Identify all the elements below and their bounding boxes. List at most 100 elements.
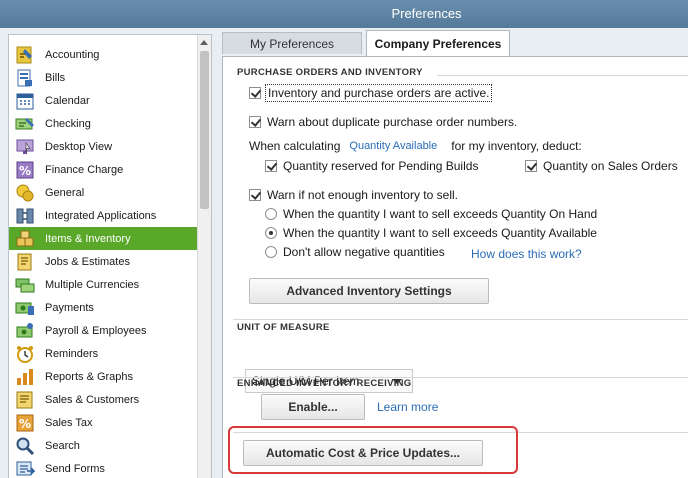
payments-icon	[15, 302, 34, 315]
sidebar-item-label: Reminders	[45, 347, 99, 360]
items-inventory-icon	[16, 230, 34, 246]
sidebar-item-reminders[interactable]: Reminders	[9, 342, 197, 365]
sidebar-item-label: Finance Charge	[45, 163, 124, 176]
svg-text:%: %	[19, 417, 31, 431]
sidebar-item-label: Payroll & Employees	[45, 324, 147, 337]
sidebar-item-label: Payments	[45, 301, 94, 314]
sidebar-scrollbar[interactable]	[197, 35, 211, 478]
section-title-enhanced-receiving: ENHANCED INVENTORY RECEIVING	[237, 378, 412, 389]
calc-suffix-text: for my inventory, deduct:	[451, 139, 582, 153]
radio-available-label: When the quantity I want to sell exceeds…	[283, 226, 597, 240]
sidebar-item-finance-charge[interactable]: % Finance Charge	[9, 158, 197, 181]
sidebar-item-label: Integrated Applications	[45, 209, 157, 222]
checking-icon	[15, 117, 34, 129]
calc-prefix-text: When calculating	[249, 139, 341, 153]
warn-not-enough-checkbox[interactable]	[249, 189, 261, 201]
radio-available[interactable]	[265, 227, 277, 239]
sidebar-item-desktop-view[interactable]: Desktop View	[9, 135, 197, 158]
sidebar-item-label: Multiple Currencies	[45, 278, 140, 291]
multiple-currencies-icon	[15, 278, 35, 292]
section-divider	[233, 319, 688, 320]
warn-duplicate-label: Warn about duplicate purchase order numb…	[267, 115, 518, 129]
sidebar-item-search[interactable]: Search	[9, 434, 197, 457]
finance-charge-icon: %	[16, 161, 34, 178]
left-panel: Accounting Bills Calendar Checking Deskt…	[0, 28, 220, 478]
warn-not-enough-row[interactable]: Warn if not enough inventory to sell.	[249, 188, 458, 202]
warn-duplicate-row[interactable]: Warn about duplicate purchase order numb…	[249, 115, 517, 129]
qty-sales-orders-checkbox[interactable]	[525, 160, 537, 172]
payroll-employees-icon	[16, 322, 33, 337]
sidebar-item-payroll-employees[interactable]: Payroll & Employees	[9, 319, 197, 342]
sidebar-item-sales-tax[interactable]: % Sales Tax	[9, 411, 197, 434]
qty-pending-builds-label: Quantity reserved for Pending Builds	[283, 159, 479, 173]
sidebar-item-label: Sales & Customers	[45, 393, 140, 406]
reports-graphs-icon	[17, 368, 33, 385]
sidebar-item-label: Send Forms	[45, 462, 105, 475]
jobs-estimates-icon	[17, 253, 32, 270]
tab-company-preferences[interactable]: Company Preferences	[366, 30, 510, 56]
calc-mode-link[interactable]: Quantity Available	[349, 140, 437, 152]
learn-more-link[interactable]: Learn more	[377, 400, 438, 414]
general-icon	[16, 184, 34, 201]
section-divider	[437, 75, 688, 76]
tab-my-preferences[interactable]: My Preferences	[222, 32, 362, 54]
sales-customers-icon	[16, 391, 33, 408]
desktop-view-icon	[16, 139, 34, 154]
qty-sales-orders-label: Quantity on Sales Orders	[543, 159, 678, 173]
inventory-active-checkbox[interactable]	[249, 87, 261, 99]
sidebar-item-sales-customers[interactable]: Sales & Customers	[9, 388, 197, 411]
sidebar-item-label: Calendar	[45, 94, 90, 107]
window-title: Preferences	[391, 6, 462, 21]
radio-no-negative-row[interactable]: Don't allow negative quantities	[265, 245, 445, 259]
how-does-this-work-link[interactable]: How does this work?	[471, 247, 582, 261]
sidebar-item-label: Reports & Graphs	[45, 370, 134, 383]
sidebar-item-label: Accounting	[45, 48, 100, 61]
radio-available-row[interactable]: When the quantity I want to sell exceeds…	[265, 226, 597, 240]
sidebar-item-label: Sales Tax	[45, 416, 93, 429]
radio-no-negative[interactable]	[265, 246, 277, 258]
sidebar-item-multiple-currencies[interactable]: Multiple Currencies	[9, 273, 197, 296]
inventory-active-label: Inventory and purchase orders are active…	[264, 84, 493, 102]
send-forms-icon	[16, 461, 35, 475]
scroll-up-arrow-icon[interactable]	[200, 40, 208, 45]
sidebar-item-reports-graphs[interactable]: Reports & Graphs	[9, 365, 197, 388]
qty-pending-builds-checkbox[interactable]	[265, 160, 277, 172]
svg-text:%: %	[19, 164, 31, 178]
integrated-applications-icon	[16, 208, 34, 223]
sidebar-item-calendar[interactable]: Calendar	[9, 89, 197, 112]
highlight-annotation-box	[228, 426, 518, 474]
sidebar-item-integrated-applications[interactable]: Integrated Applications	[9, 204, 197, 227]
calendar-icon	[16, 93, 34, 109]
qty-sales-orders-row[interactable]: Quantity on Sales Orders	[525, 159, 678, 173]
sidebar-item-accounting[interactable]: Accounting	[9, 43, 197, 66]
inventory-active-row[interactable]: Inventory and purchase orders are active…	[249, 84, 493, 102]
sidebar-item-label: Bills	[45, 71, 66, 84]
radio-on-hand-row[interactable]: When the quantity I want to sell exceeds…	[265, 207, 597, 221]
sidebar-item-label: Desktop View	[45, 140, 113, 153]
sidebar-item-jobs-estimates[interactable]: Jobs & Estimates	[9, 250, 197, 273]
warn-duplicate-checkbox[interactable]	[249, 116, 261, 128]
advanced-inventory-settings-button[interactable]: Advanced Inventory Settings	[249, 278, 489, 304]
sidebar-item-label: Checking	[45, 117, 91, 130]
sidebar-item-bills[interactable]: Bills	[9, 66, 197, 89]
sidebar-item-general[interactable]: General	[9, 181, 197, 204]
qty-pending-builds-row[interactable]: Quantity reserved for Pending Builds	[265, 159, 478, 173]
sidebar-item-items-inventory[interactable]: Items & Inventory	[9, 227, 197, 250]
sidebar-item-label: General	[45, 186, 85, 199]
radio-on-hand[interactable]	[265, 208, 277, 220]
right-panel: My Preferences Company Preferences PURCH…	[220, 28, 688, 478]
sidebar-item-label: Search	[45, 439, 80, 452]
sidebar-item-label: Items & Inventory	[45, 232, 131, 245]
bills-icon	[17, 69, 32, 86]
search-icon	[16, 437, 35, 455]
reminders-icon	[17, 345, 33, 363]
radio-no-negative-label: Don't allow negative quantities	[283, 245, 445, 259]
calculation-row: When calculating Quantity Available for …	[249, 139, 582, 153]
sidebar-item-checking[interactable]: Checking	[9, 112, 197, 135]
sidebar-item-send-forms[interactable]: Send Forms	[9, 457, 197, 478]
sales-tax-icon: %	[16, 414, 34, 431]
enable-button[interactable]: Enable...	[261, 394, 365, 420]
sidebar-item-label: Jobs & Estimates	[45, 255, 130, 268]
scroll-thumb[interactable]	[200, 51, 209, 209]
sidebar-item-payments[interactable]: Payments	[9, 296, 197, 319]
